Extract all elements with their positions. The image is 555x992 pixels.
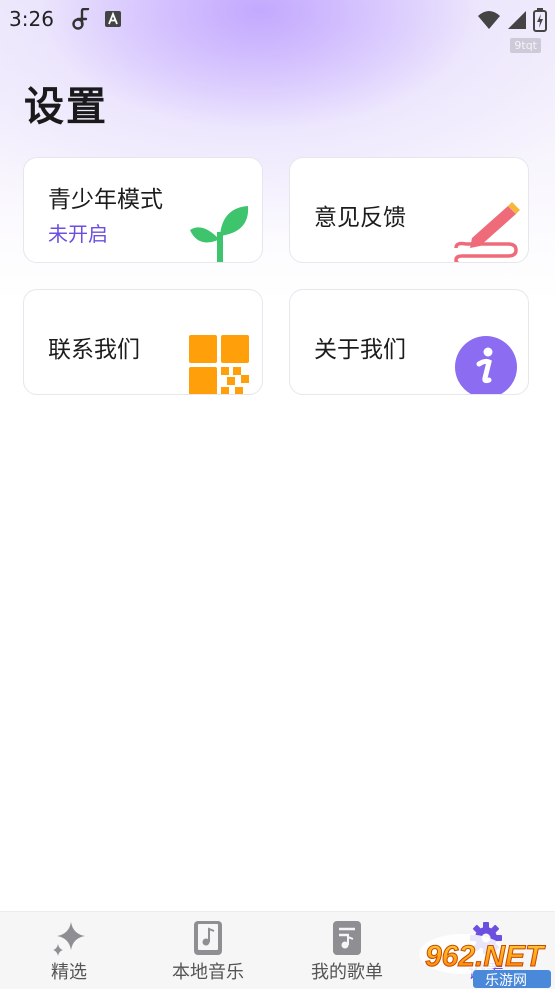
youth-mode-status: 未开启: [48, 222, 108, 246]
local-music-icon: [193, 920, 223, 960]
info-icon: [455, 336, 517, 394]
battery-charging-icon: [533, 8, 547, 36]
page-title: 设置: [24, 84, 108, 130]
tab-my-playlist[interactable]: 我的歌单: [278, 912, 416, 989]
sparkle-icon: [51, 920, 87, 960]
youth-mode-card[interactable]: 青少年模式 未开启: [23, 157, 263, 263]
tab-local-music[interactable]: 本地音乐: [139, 912, 277, 989]
a-badge-icon: [104, 10, 122, 32]
site-logo-sub: 乐游网: [485, 973, 527, 988]
music-note-icon: [72, 7, 92, 34]
site-logo-main: 962.NET: [425, 940, 546, 973]
tab-featured[interactable]: 精选: [0, 912, 138, 989]
contact-card[interactable]: 联系我们: [23, 289, 263, 395]
about-label: 关于我们: [314, 337, 406, 363]
feedback-card[interactable]: 意见反馈: [289, 157, 529, 263]
pen-icon: [452, 202, 526, 262]
youth-mode-label: 青少年模式: [48, 187, 163, 213]
watermark: 9tqt: [510, 38, 541, 53]
status-time: 3:26: [9, 7, 54, 31]
wifi-icon: [477, 10, 501, 34]
cellular-signal-icon: [507, 10, 527, 34]
feedback-label: 意见反馈: [314, 205, 406, 231]
status-bar: 3:26: [0, 0, 555, 40]
status-right-icons: [477, 8, 547, 36]
about-card[interactable]: 关于我们: [289, 289, 529, 395]
tab-my-playlist-label: 我的歌单: [311, 962, 383, 983]
sprout-icon: [188, 202, 252, 262]
tab-featured-label: 精选: [51, 962, 87, 983]
site-logo: 962.NET 乐游网: [405, 930, 555, 989]
contact-label: 联系我们: [48, 337, 140, 363]
playlist-icon: [332, 920, 362, 960]
tab-local-music-label: 本地音乐: [172, 962, 244, 983]
qr-code-icon: [189, 335, 251, 394]
